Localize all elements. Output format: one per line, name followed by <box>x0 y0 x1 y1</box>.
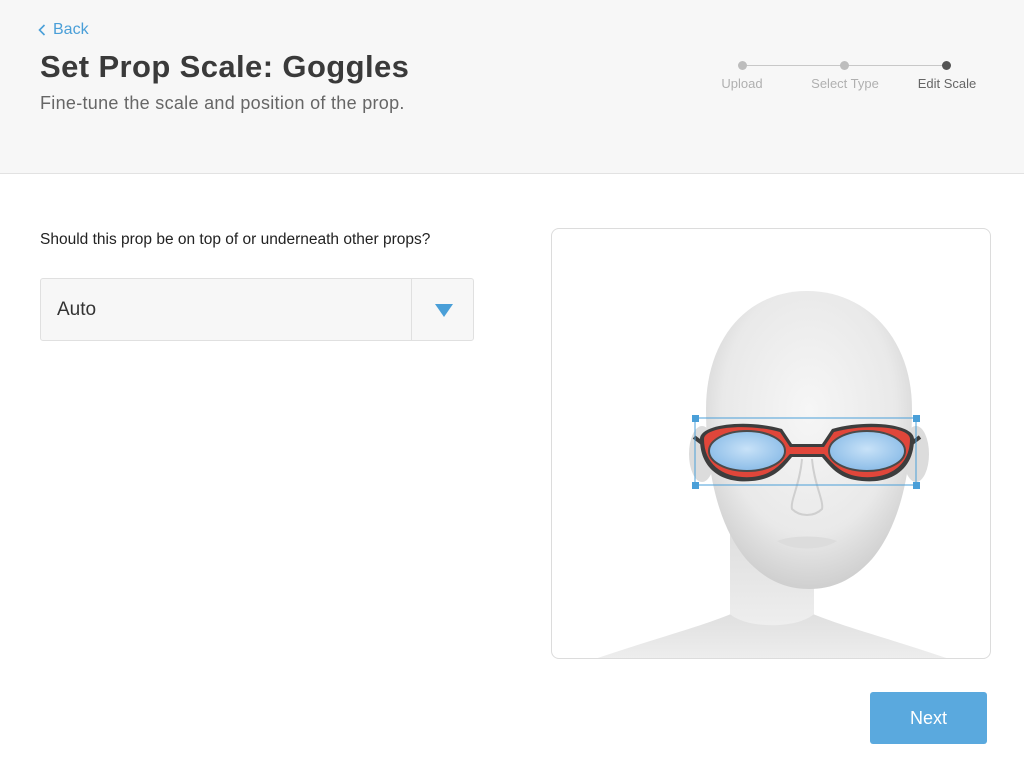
progress-stepper: Upload Select Type Edit Scale <box>712 58 992 98</box>
next-button[interactable]: Next <box>870 692 987 744</box>
back-label: Back <box>53 21 89 38</box>
page-title: Set Prop Scale: Goggles <box>40 49 410 84</box>
resize-handle-icon <box>692 482 699 489</box>
prop-preview-panel <box>551 228 991 659</box>
step-dot-select-type <box>840 61 849 70</box>
select-divider <box>411 279 412 340</box>
step-label-edit-scale: Edit Scale <box>917 76 977 91</box>
select-value: Auto <box>57 299 97 320</box>
resize-handle-icon <box>692 415 699 422</box>
step-connector <box>746 65 843 66</box>
step-label-select-type: Select Type <box>811 76 879 91</box>
resize-handle-icon <box>913 415 920 422</box>
step-dot-upload <box>738 61 747 70</box>
back-link[interactable]: Back <box>38 21 89 39</box>
resize-handle-icon <box>913 482 920 489</box>
step-label-upload: Upload <box>721 76 763 91</box>
preview-canvas <box>597 291 947 658</box>
layer-order-select[interactable]: Auto <box>40 278 474 341</box>
layer-question: Should this prop be on top of or underne… <box>40 231 431 248</box>
page-header: Back Set Prop Scale: Goggles Fine-tune t… <box>0 0 1024 174</box>
caret-down-icon <box>435 304 453 317</box>
step-connector <box>848 65 945 66</box>
page-subtitle: Fine-tune the scale and position of the … <box>40 93 405 113</box>
chevron-left-icon <box>38 24 46 36</box>
step-dot-edit-scale <box>942 61 951 70</box>
